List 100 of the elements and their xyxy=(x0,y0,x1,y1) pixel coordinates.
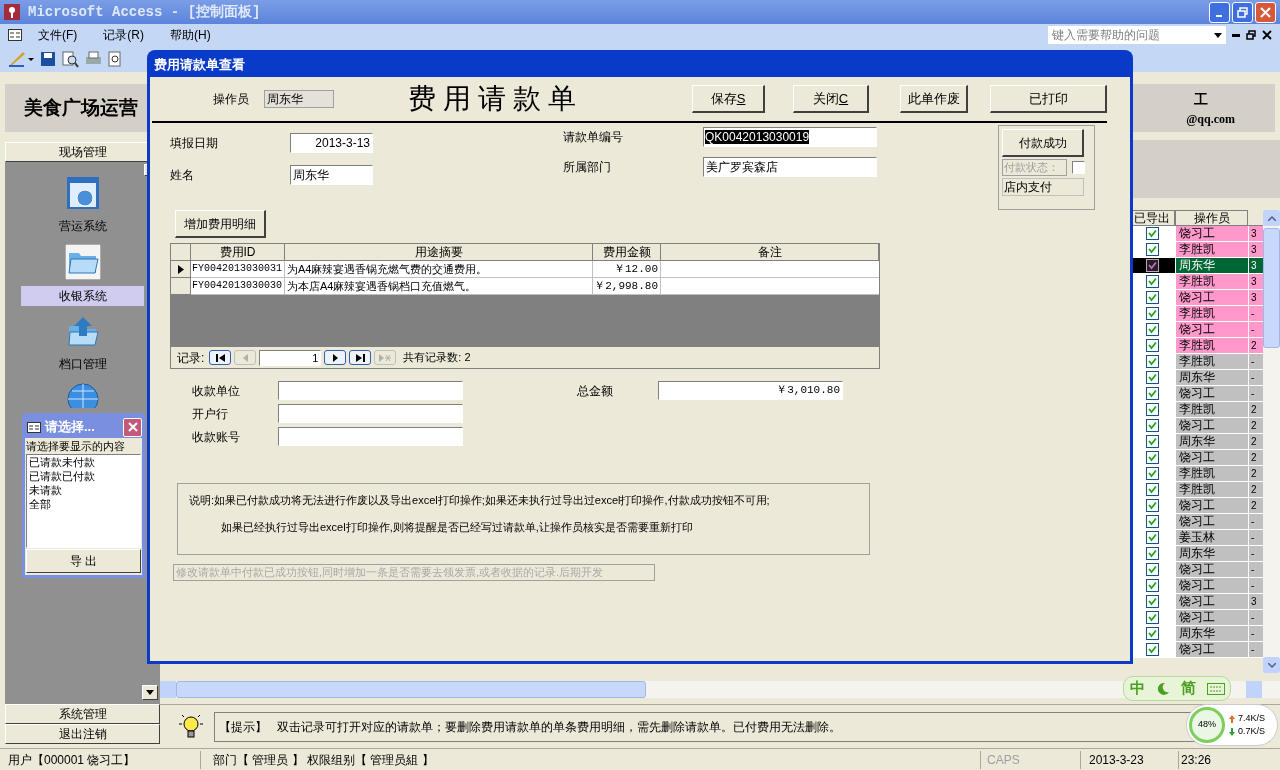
user-email: @qq.com xyxy=(1186,110,1235,128)
sidebar-item[interactable]: 营运系统 xyxy=(21,216,144,236)
list-option[interactable]: 全部 xyxy=(29,497,140,511)
text-field[interactable] xyxy=(278,381,463,400)
app-key-icon xyxy=(4,4,20,20)
close-button[interactable] xyxy=(123,417,142,437)
status-department: 部门【 管理员 】 权限组别【 管理员組 】 xyxy=(200,750,980,769)
column-header[interactable]: 操作员 xyxy=(1175,210,1248,226)
toolbar-button[interactable]: 已打印 xyxy=(990,85,1107,113)
upload-speed: 7.4K/S xyxy=(1238,712,1266,725)
field-label: 操作员 xyxy=(213,91,250,108)
design-ruler-icon[interactable] xyxy=(8,51,34,67)
payment-status-label: 付款状态： xyxy=(1002,159,1067,176)
sidebar-button[interactable]: 系统管理 xyxy=(5,704,160,724)
table-cell: 2 xyxy=(1248,434,1263,449)
table-cell: - xyxy=(1248,562,1263,577)
request-number-field[interactable]: QK0042013030019 xyxy=(703,127,877,147)
dropdown-arrow-icon[interactable] xyxy=(1214,32,1222,38)
user-name: 工 xyxy=(1194,89,1209,109)
list-option[interactable]: 已请款已付款 xyxy=(29,469,140,483)
field-label: 开户行 xyxy=(192,405,229,423)
chooser-prompt: 请选择要显示的内容 xyxy=(26,439,126,454)
restore-button[interactable] xyxy=(1232,1,1253,23)
last-icon[interactable] xyxy=(355,353,365,362)
minimize-icon[interactable] xyxy=(1232,33,1240,37)
down-arrow-icon xyxy=(1229,727,1235,736)
chooser-title: 请选择... xyxy=(45,418,95,437)
table-cell: 周东华 xyxy=(1175,626,1248,641)
toolbar-button[interactable]: 此单作废 xyxy=(900,85,968,113)
table-cell: - xyxy=(1248,386,1263,401)
date-field[interactable]: 2013-3-13 xyxy=(290,133,373,153)
globe-icon[interactable] xyxy=(65,382,100,408)
vertical-scrollbar[interactable] xyxy=(1263,210,1280,673)
folder-icon[interactable] xyxy=(64,244,101,280)
list-option[interactable]: 已请款未付款 xyxy=(29,455,140,469)
table-cell: 饶习工 xyxy=(1175,322,1248,337)
window-title: Microsoft Access - [控制面板] xyxy=(28,2,261,22)
minimize-button[interactable] xyxy=(1209,1,1230,23)
text-field[interactable] xyxy=(278,404,463,423)
name-field[interactable]: 周东华 xyxy=(290,165,373,185)
menu-item[interactable]: 文件(F) xyxy=(38,26,78,44)
table-cell: 饶习工 xyxy=(1175,386,1248,401)
sidebar-item[interactable]: 收银系统 xyxy=(21,286,144,306)
download-speed: 0.7K/S xyxy=(1238,725,1266,738)
department-field[interactable]: 美广罗宾森店 xyxy=(703,157,877,177)
keyboard-icon[interactable] xyxy=(1206,682,1225,695)
menu-item[interactable]: 记录(R) xyxy=(103,26,144,44)
next-icon[interactable] xyxy=(332,353,338,362)
next-record-button[interactable] xyxy=(324,350,347,365)
table-cell: - xyxy=(1248,306,1263,321)
toolbar-button[interactable]: 关闭C xyxy=(793,85,869,113)
toolbar-button[interactable]: 保存S xyxy=(692,85,765,113)
status-user: 用户【000001 饶习工】 xyxy=(7,751,137,769)
nav-label: 记录: xyxy=(177,349,205,367)
dialog-title: 费用请款单查看 xyxy=(154,56,245,75)
record-selector[interactable] xyxy=(171,261,191,278)
table-cell: 饶习工 xyxy=(1175,514,1248,529)
add-detail-button[interactable]: 增加费用明细 xyxy=(175,210,266,238)
record-count: 共有记录数: 2 xyxy=(403,350,471,366)
horizontal-scrollbar[interactable] xyxy=(160,681,1280,698)
table-cell: 周东华 xyxy=(1175,258,1248,273)
text-field[interactable] xyxy=(278,427,463,446)
field-label: 请款单编号 xyxy=(563,129,624,146)
record-number-field[interactable]: 1 xyxy=(259,349,322,366)
payment-success-button[interactable]: 付款成功 xyxy=(1002,129,1084,157)
menu-item[interactable]: 帮助(H) xyxy=(170,26,211,44)
preview-icon[interactable] xyxy=(108,51,122,67)
close-icon[interactable] xyxy=(1262,30,1272,40)
menu-icon[interactable] xyxy=(8,29,22,41)
sidebar-button[interactable]: 退出注销 xyxy=(5,724,160,744)
sidebar-item[interactable]: 档口管理 xyxy=(21,354,144,374)
table-cell: 周东华 xyxy=(1175,546,1248,561)
browser-window-icon[interactable] xyxy=(65,176,100,210)
print-icon[interactable] xyxy=(85,51,102,67)
table-cell: 李胜凯 xyxy=(1175,338,1248,353)
moon-icon[interactable] xyxy=(1155,681,1170,696)
search-icon[interactable] xyxy=(62,50,79,68)
restore-icon[interactable] xyxy=(1246,30,1256,40)
paid-checkbox[interactable] xyxy=(1072,161,1085,174)
list-option[interactable]: 未请款 xyxy=(29,483,140,497)
field-label: 收款单位 xyxy=(192,382,241,400)
table-cell: 李胜凯 xyxy=(1175,466,1248,481)
save-icon[interactable] xyxy=(40,51,56,67)
table-cell: 3 xyxy=(1248,274,1263,289)
first-record-button[interactable] xyxy=(209,350,232,365)
status-time: 23:26 xyxy=(1178,750,1212,769)
close-button[interactable] xyxy=(1255,1,1276,23)
export-button[interactable]: 导 出 xyxy=(26,549,141,573)
up-arrow-icon xyxy=(1229,714,1235,723)
help-search-field[interactable]: 键入需要帮助的问题 xyxy=(1048,26,1226,44)
table-cell: 为本店A4麻辣宴遇香锅档口充值燃气。 xyxy=(285,278,593,295)
down-arrow-icon[interactable] xyxy=(146,690,154,695)
last-record-button[interactable] xyxy=(349,350,372,365)
option-list[interactable]: 已请款未付款 已请款已付款 未请款 全部 xyxy=(26,454,141,548)
folder-arrow-icon[interactable] xyxy=(65,314,100,348)
table-cell: - xyxy=(1248,530,1263,545)
scroll-down-button[interactable] xyxy=(142,685,158,700)
first-icon[interactable] xyxy=(215,353,225,362)
table-cell: - xyxy=(1248,514,1263,529)
current-record-icon xyxy=(177,264,184,274)
